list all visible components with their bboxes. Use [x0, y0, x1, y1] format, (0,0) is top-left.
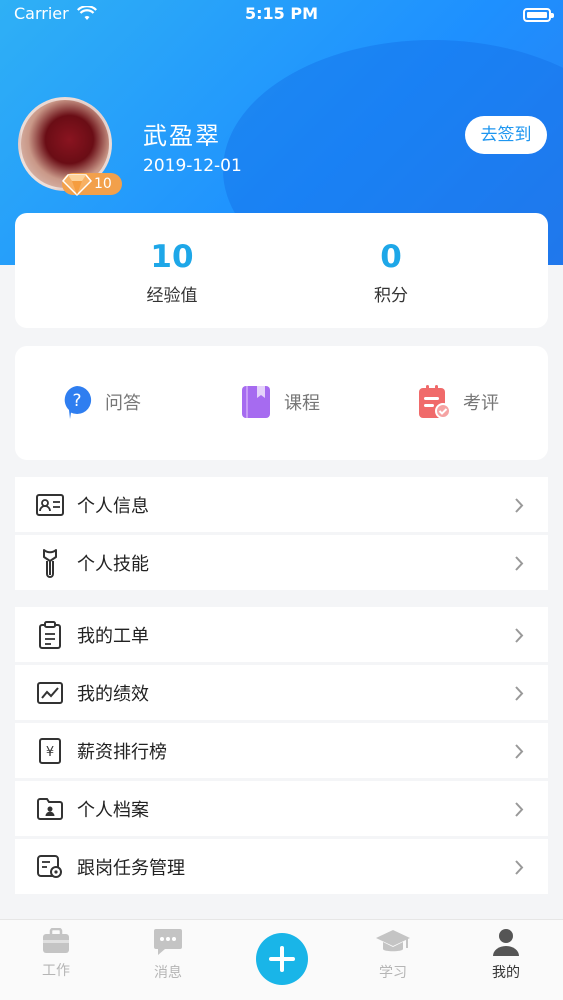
- chevron-right-icon: [515, 556, 524, 571]
- question-bubble-icon: ?: [64, 385, 92, 419]
- stat-experience[interactable]: 10 经验值: [72, 239, 272, 306]
- task-settings-icon: [37, 854, 62, 878]
- chevron-right-icon: [515, 802, 524, 817]
- id-card-icon: [36, 493, 64, 516]
- stat-value: 10: [150, 239, 194, 275]
- briefcase-icon: [43, 927, 69, 953]
- book-icon: [242, 386, 270, 418]
- tab-label: 我的: [492, 965, 520, 981]
- message-icon: [154, 929, 182, 955]
- menu-item-label: 我的绩效: [77, 683, 149, 705]
- chart-icon: [37, 681, 63, 704]
- menu-item-label: 跟岗任务管理: [77, 857, 185, 879]
- quick-action-label: 课程: [284, 393, 320, 414]
- menu-group-work: 我的工单 我的绩效 ¥ 薪资排行榜 个人档案 跟岗任务管理: [15, 607, 548, 897]
- clipboard-check-icon: [419, 385, 451, 419]
- tab-label: 消息: [154, 965, 182, 981]
- folder-user-icon: [37, 797, 63, 820]
- menu-item-salary-ranking[interactable]: ¥ 薪资排行榜: [15, 723, 548, 781]
- menu-item-label: 个人信息: [77, 495, 149, 517]
- user-name: 武盈翠: [143, 122, 221, 150]
- menu-item-my-performance[interactable]: 我的绩效: [15, 665, 548, 723]
- chevron-right-icon: [515, 744, 524, 759]
- menu-item-shadow-task-management[interactable]: 跟岗任务管理: [15, 839, 548, 897]
- clipboard-icon: [39, 620, 61, 649]
- tab-label: 工作: [42, 963, 70, 979]
- level-badge: 10: [62, 173, 122, 197]
- quick-action-label: 问答: [105, 393, 141, 414]
- stats-card: 10 经验值 0 积分: [15, 213, 548, 328]
- status-bar: Carrier 5:15 PM: [0, 0, 563, 30]
- salary-icon: ¥: [39, 737, 61, 764]
- quick-action-evaluation[interactable]: 考评: [417, 384, 499, 420]
- menu-group-personal: 个人信息 个人技能: [15, 477, 548, 593]
- stat-value: 0: [380, 239, 402, 275]
- wrench-icon: [43, 548, 57, 578]
- chevron-right-icon: [515, 628, 524, 643]
- user-date: 2019-12-01: [143, 156, 242, 176]
- diamond-icon: [62, 174, 92, 197]
- quick-actions-card: ? 问答 课程 考评: [15, 346, 548, 460]
- stat-points[interactable]: 0 积分: [291, 239, 491, 306]
- graduation-cap-icon: [376, 930, 410, 952]
- menu-item-personal-archive[interactable]: 个人档案: [15, 781, 548, 839]
- battery-icon: [523, 8, 554, 22]
- quick-action-course[interactable]: 课程: [240, 384, 320, 420]
- menu-item-personal-skills[interactable]: 个人技能: [15, 535, 548, 593]
- svg-text:?: ?: [72, 391, 81, 411]
- person-icon: [493, 929, 519, 956]
- tab-learning[interactable]: 学习: [353, 928, 433, 982]
- menu-item-label: 个人技能: [77, 553, 149, 575]
- menu-item-my-orders[interactable]: 我的工单: [15, 607, 548, 665]
- checkin-button[interactable]: 去签到: [465, 116, 547, 154]
- tab-messages[interactable]: 消息: [128, 928, 208, 982]
- add-button[interactable]: [256, 933, 308, 985]
- quick-action-label: 考评: [463, 393, 499, 414]
- menu-item-label: 个人档案: [77, 799, 149, 821]
- svg-text:¥: ¥: [46, 745, 54, 760]
- menu-item-label: 薪资排行榜: [77, 741, 167, 763]
- tab-label: 学习: [379, 965, 407, 981]
- tab-mine[interactable]: 我的: [466, 928, 546, 982]
- chevron-right-icon: [515, 860, 524, 875]
- stat-label: 经验值: [146, 286, 198, 306]
- quick-action-qa[interactable]: ? 问答: [61, 384, 141, 420]
- chevron-right-icon: [515, 686, 524, 701]
- stat-label: 积分: [374, 286, 408, 306]
- tab-work[interactable]: 工作: [16, 927, 96, 980]
- chevron-right-icon: [515, 498, 524, 513]
- status-time: 5:15 PM: [244, 4, 318, 23]
- menu-item-personal-info[interactable]: 个人信息: [15, 477, 548, 535]
- menu-item-label: 我的工单: [77, 625, 149, 647]
